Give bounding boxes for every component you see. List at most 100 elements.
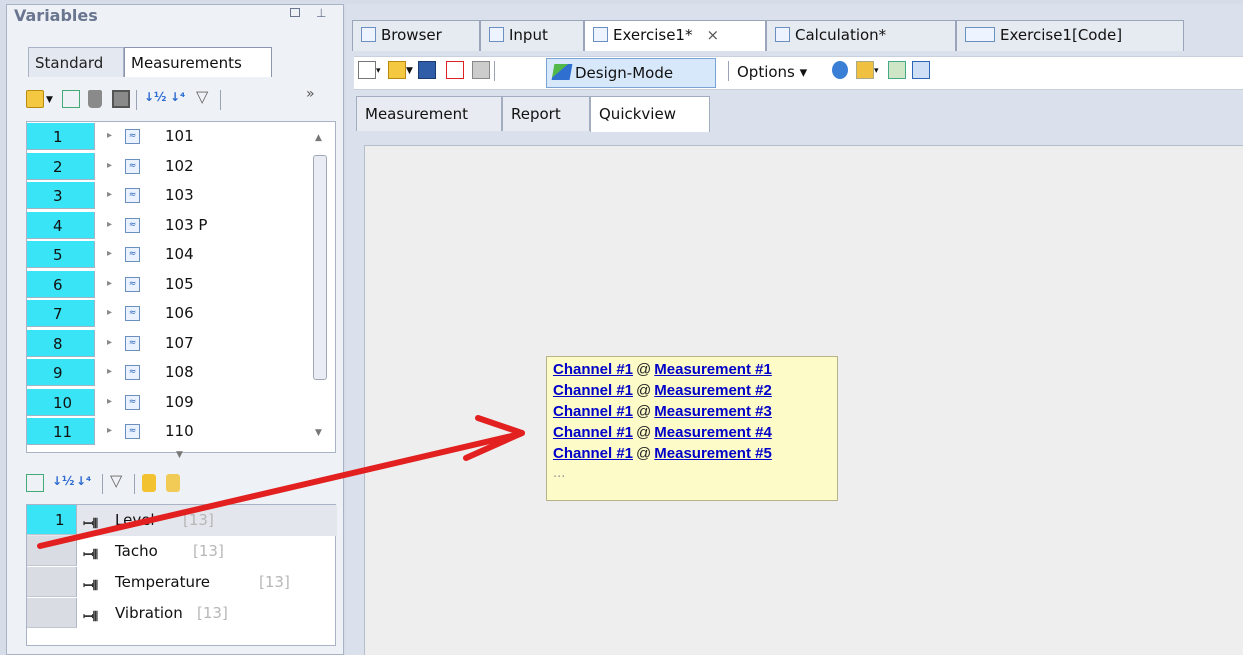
channel-link[interactable]: Channel #1 — [553, 445, 633, 462]
tree-row[interactable]: 3 ▸ ≈103 — [27, 181, 317, 210]
tree-row[interactable]: 5 ▸ ≈104 — [27, 240, 317, 269]
expand-icon[interactable]: ▸ — [107, 130, 112, 141]
close-icon[interactable]: × — [706, 26, 719, 44]
measurement-link[interactable]: Measurement #1 — [654, 361, 772, 378]
new-document-icon[interactable] — [358, 61, 376, 79]
tree-row[interactable]: 10 ▸ ≈109 — [27, 388, 317, 417]
expand-icon[interactable]: ▸ — [107, 278, 112, 289]
dropdown-arrow-icon[interactable]: ▼ — [406, 66, 416, 84]
row-number[interactable]: 5 — [27, 241, 95, 268]
scroll-down-icon[interactable]: ▼ — [315, 428, 322, 438]
channel-link[interactable]: Channel #1 — [553, 424, 633, 441]
tree-row[interactable]: 1 ▸ ≈101 — [27, 122, 317, 151]
filter-icon[interactable]: ▽ — [196, 87, 214, 106]
tab-exercise1-code[interactable]: Exercise1[Code] — [956, 20, 1184, 51]
channel-link[interactable]: Channel #1 — [553, 403, 633, 420]
tab-browser[interactable]: Browser — [352, 20, 480, 51]
tree-row[interactable]: 4 ▸ ≈103 P — [27, 211, 317, 240]
scroll-up-icon[interactable]: ▲ — [315, 133, 322, 143]
measurement-icon: ≈ — [125, 335, 140, 351]
tree-row[interactable]: 8 ▸ ≈107 — [27, 329, 317, 358]
open-folder-icon[interactable] — [26, 90, 44, 108]
pin-icon[interactable]: ⊥ — [316, 6, 326, 20]
row-number[interactable]: 6 — [27, 270, 95, 298]
unlock-icon[interactable] — [166, 474, 180, 492]
row-number[interactable]: 4 — [27, 211, 95, 239]
row-number[interactable]: 11 — [27, 418, 95, 445]
options-menu[interactable]: Options ▾ — [737, 63, 807, 81]
row-number[interactable]: 9 — [27, 359, 95, 386]
more-tools-icon[interactable]: » — [306, 86, 324, 104]
expand-icon[interactable]: ▸ — [107, 189, 112, 200]
lock-icon[interactable] — [142, 474, 156, 492]
sort-ascending-icon[interactable]: ↓½ — [52, 474, 74, 492]
measurement-link[interactable]: Measurement #3 — [654, 403, 772, 420]
row-number[interactable]: 8 — [27, 329, 95, 357]
dropdown-arrow-icon[interactable]: ▾ — [874, 66, 884, 84]
channel-number[interactable] — [27, 567, 77, 597]
sort-descending-icon[interactable]: ↓⁴ — [76, 474, 94, 492]
channel-number[interactable] — [27, 598, 77, 628]
channel-number[interactable]: 1 — [27, 505, 77, 535]
splitter-icon[interactable]: ▼ — [176, 450, 183, 460]
tree-row[interactable]: 6 ▸ ≈105 — [27, 270, 317, 299]
channel-row[interactable]: 1 ꟷ⫴ Level [13] — [27, 505, 337, 536]
tab-measurements[interactable]: Measurements — [124, 47, 272, 77]
expand-icon[interactable]: ▸ — [107, 160, 112, 171]
tab-input[interactable]: Input — [480, 20, 584, 51]
chart-icon[interactable] — [62, 90, 80, 108]
undo-icon[interactable] — [832, 61, 848, 79]
channel-row[interactable]: ꟷ⫴ Temperature [13] — [27, 567, 337, 598]
open-icon[interactable] — [388, 61, 406, 79]
print-icon[interactable] — [472, 61, 490, 79]
tab-standard[interactable]: Standard — [28, 47, 124, 77]
expand-icon[interactable]: ▸ — [107, 366, 112, 377]
tree-row[interactable]: 11 ▸ ≈110 — [27, 417, 317, 446]
scrollbar-thumb[interactable] — [313, 155, 327, 380]
tree-row[interactable]: 9 ▸ ≈108 — [27, 358, 317, 387]
tab-quickview[interactable]: Quickview — [590, 96, 710, 132]
tab-measurement[interactable]: Measurement — [356, 96, 502, 131]
tree-row[interactable]: 2 ▸ ≈102 — [27, 152, 317, 181]
design-mode-button[interactable]: Design-Mode — [546, 58, 716, 88]
maximize-icon[interactable] — [290, 8, 300, 17]
row-number[interactable]: 2 — [27, 152, 95, 180]
save-icon[interactable] — [418, 61, 436, 79]
sort-ascending-icon[interactable]: ↓½ — [144, 90, 166, 108]
channel-row[interactable]: ꟷ⫴ Vibration [13] — [27, 598, 337, 629]
export-icon[interactable] — [912, 61, 930, 79]
dropdown-arrow-icon[interactable]: ▼ — [46, 95, 56, 113]
expand-icon[interactable]: ▸ — [107, 307, 112, 318]
sort-descending-icon[interactable]: ↓⁴ — [170, 90, 188, 108]
pencil-icon — [551, 64, 573, 80]
import-icon[interactable] — [888, 61, 906, 79]
channel-link[interactable]: Channel #1 — [553, 361, 633, 378]
delete-icon[interactable] — [88, 90, 102, 108]
row-number[interactable]: 7 — [27, 300, 95, 327]
expand-icon[interactable]: ▸ — [107, 337, 112, 348]
tab-calculation[interactable]: Calculation* — [766, 20, 956, 51]
measurement-link[interactable]: Measurement #4 — [654, 424, 772, 441]
measurement-link[interactable]: Measurement #2 — [654, 382, 772, 399]
dropdown-arrow-icon[interactable]: ▾ — [376, 66, 386, 84]
pdf-icon[interactable] — [446, 61, 464, 79]
measurement-link[interactable]: Measurement #5 — [654, 445, 772, 462]
chart-icon[interactable] — [26, 474, 44, 492]
channel-row[interactable]: ꟷ⫴ Tacho [13] — [27, 536, 337, 567]
channel-link[interactable]: Channel #1 — [553, 382, 633, 399]
expand-icon[interactable]: ▸ — [107, 396, 112, 407]
tab-exercise1[interactable]: Exercise1* × — [584, 20, 766, 51]
expand-icon[interactable]: ▸ — [107, 248, 112, 259]
row-number[interactable]: 10 — [27, 388, 95, 416]
delete-all-icon[interactable] — [112, 90, 130, 108]
expand-icon[interactable]: ▸ — [107, 425, 112, 436]
row-number[interactable]: 1 — [27, 123, 95, 150]
filter-icon[interactable]: ▽ — [110, 471, 128, 490]
row-number[interactable]: 3 — [27, 182, 95, 209]
expand-icon[interactable]: ▸ — [107, 219, 112, 230]
tree-row[interactable]: 7 ▸ ≈106 — [27, 299, 317, 328]
tree-row-label: 110 — [165, 422, 194, 440]
tab-report[interactable]: Report — [502, 96, 590, 131]
paste-icon[interactable] — [856, 61, 874, 79]
channel-number[interactable] — [27, 536, 77, 566]
